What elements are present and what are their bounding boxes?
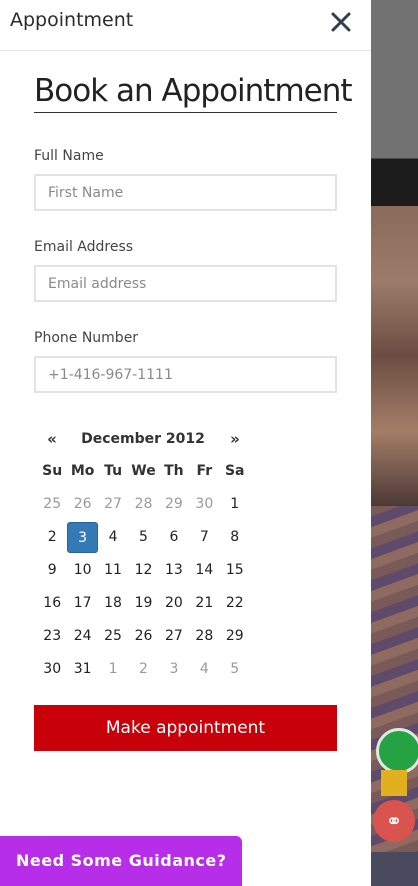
background-page: ⚭	[371, 0, 418, 886]
calendar-day[interactable]: 20	[159, 588, 189, 619]
calendar-day[interactable]: 21	[189, 588, 219, 619]
background-accent	[381, 770, 407, 796]
calendar-day[interactable]: 22	[220, 588, 250, 619]
calendar-day[interactable]: 10	[67, 555, 97, 586]
background-footer-band	[371, 852, 418, 886]
calendar-day[interactable]: 5	[128, 522, 158, 553]
calendar-day[interactable]: 28	[189, 621, 219, 652]
weekday-label: Mo	[70, 463, 95, 479]
full-name-input[interactable]	[34, 174, 337, 211]
calendar-day[interactable]: 25	[37, 489, 67, 520]
background-photo	[371, 206, 418, 506]
calendar-grid: Su Mo Tu We Th Fr Sa 25 26 27 28 29 30 1…	[37, 456, 250, 687]
calendar-day[interactable]: 16	[37, 588, 67, 619]
calendar-week: 16 17 18 19 20 21 22	[37, 588, 250, 621]
calendar-day[interactable]: 1	[98, 654, 128, 685]
calendar-week: 9 10 11 12 13 14 15	[37, 555, 250, 588]
calendar-week: 30 31 1 2 3 4 5	[37, 654, 250, 687]
calendar-day-selected[interactable]: 3	[67, 522, 98, 553]
calendar-day[interactable]: 11	[98, 555, 128, 586]
calendar-day[interactable]: 15	[220, 555, 250, 586]
background-nav-band	[371, 158, 418, 206]
weekday-label: Sa	[224, 463, 245, 479]
calendar-day[interactable]: 2	[128, 654, 158, 685]
calendar-day[interactable]: 19	[128, 588, 158, 619]
calendar-day[interactable]: 4	[189, 654, 219, 685]
weekday-label: Su	[42, 463, 63, 479]
calendar-day[interactable]: 30	[37, 654, 67, 685]
calendar-day[interactable]: 14	[189, 555, 219, 586]
calendar-week: 2 3 4 5 6 7 8	[37, 522, 250, 555]
make-appointment-button[interactable]: Make appointment	[34, 705, 337, 751]
drawer-title: Appointment	[10, 9, 134, 31]
guidance-button[interactable]: Need Some Guidance?	[0, 836, 242, 886]
email-label: Email Address	[34, 239, 134, 255]
form-heading: Book an Appointment	[34, 73, 353, 109]
calendar-day[interactable]: 12	[128, 555, 158, 586]
calendar-day[interactable]: 25	[98, 621, 128, 652]
calendar-day[interactable]: 17	[67, 588, 97, 619]
appointment-drawer: Appointment Book an Appointment Full Nam…	[0, 0, 371, 886]
calendar-day[interactable]: 7	[189, 522, 219, 553]
weekday-label: Fr	[196, 463, 213, 479]
calendar-day[interactable]: 30	[189, 489, 219, 520]
whatsapp-icon[interactable]	[376, 728, 418, 774]
weekday-label: Tu	[104, 463, 123, 479]
calendar-next-button[interactable]: »	[220, 423, 250, 455]
calendar-day[interactable]: 27	[159, 621, 189, 652]
calendar-day[interactable]: 29	[159, 489, 189, 520]
calendar-day[interactable]: 18	[98, 588, 128, 619]
calendar-day[interactable]: 5	[220, 654, 250, 685]
weekday-label: We	[131, 463, 156, 479]
phone-input[interactable]	[34, 356, 337, 393]
calendar-day[interactable]: 8	[220, 522, 250, 553]
calendar-day[interactable]: 23	[37, 621, 67, 652]
weekday-label: Th	[164, 463, 184, 479]
full-name-label: Full Name	[34, 148, 104, 164]
close-button[interactable]	[329, 10, 353, 34]
calendar-day[interactable]: 6	[159, 522, 189, 553]
calendar-day[interactable]: 26	[67, 489, 97, 520]
calendar-day[interactable]: 1	[220, 489, 250, 520]
calendar-day[interactable]: 24	[67, 621, 97, 652]
calendar-day[interactable]: 29	[220, 621, 250, 652]
calendar-day[interactable]: 9	[37, 555, 67, 586]
calendar-day[interactable]: 3	[159, 654, 189, 685]
calendar-weekday-row: Su Mo Tu We Th Fr Sa	[37, 456, 250, 489]
calendar-week: 23 24 25 26 27 28 29	[37, 621, 250, 654]
calendar-day[interactable]: 13	[159, 555, 189, 586]
share-icon[interactable]: ⚭	[373, 800, 415, 842]
calendar-day[interactable]: 4	[98, 522, 128, 553]
form-heading-container: Book an Appointment	[34, 72, 353, 113]
calendar-prev-button[interactable]: «	[37, 423, 67, 455]
calendar-month-title[interactable]: December 2012	[81, 423, 205, 455]
close-icon	[331, 12, 351, 32]
calendar-week: 25 26 27 28 29 30 1	[37, 489, 250, 522]
calendar-day[interactable]: 28	[128, 489, 158, 520]
calendar-day[interactable]: 2	[37, 522, 67, 553]
drawer-header: Appointment	[0, 0, 371, 51]
phone-label: Phone Number	[34, 330, 139, 346]
calendar-day[interactable]: 31	[67, 654, 97, 685]
calendar-day[interactable]: 26	[128, 621, 158, 652]
email-input[interactable]	[34, 265, 337, 302]
background-header-band	[371, 0, 418, 158]
calendar-day[interactable]: 27	[98, 489, 128, 520]
